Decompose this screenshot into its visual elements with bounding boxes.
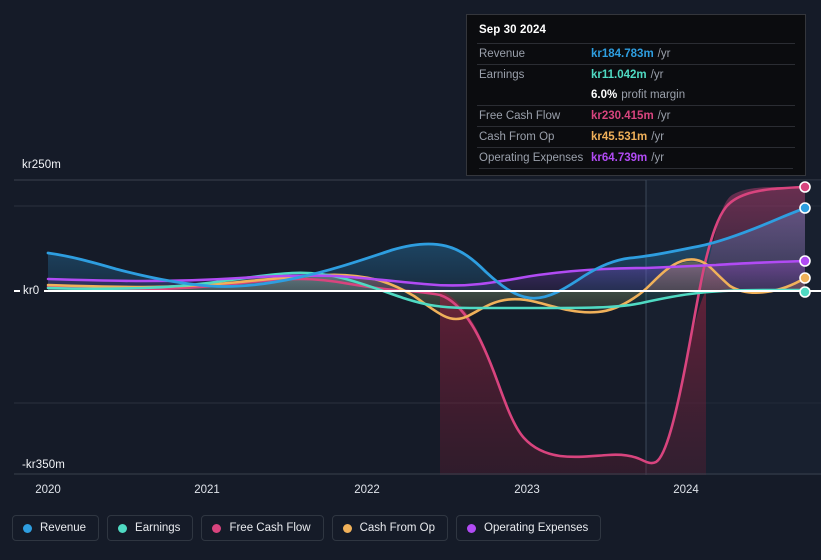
tooltip-value-cash-from-op: kr45.531m (591, 131, 648, 143)
legend-label-cash-from-op: Cash From Op (359, 522, 436, 534)
y-axis-label-zero: kr0 (20, 284, 45, 298)
legend-dot-earnings-icon (118, 523, 128, 533)
financial-area-chart: kr250m kr0 -kr350m 2020 2021 2022 2023 2… (0, 0, 821, 560)
x-axis-tick-2020: 2020 (35, 484, 61, 496)
legend-item-earnings[interactable]: Earnings (107, 515, 194, 541)
tooltip-label-earnings: Earnings (479, 69, 525, 81)
tooltip-label-free-cash-flow: Free Cash Flow (479, 110, 561, 122)
tooltip-row-earnings: Earnings kr11.042m /yr (477, 64, 795, 85)
y-axis-label-top: kr250m (22, 159, 65, 171)
endpoint-cash-from-op (799, 272, 811, 284)
x-axis-tick-2021: 2021 (194, 484, 220, 496)
x-axis-tick-2022: 2022 (354, 484, 380, 496)
tooltip-value-operating-expenses: kr64.739m (591, 152, 648, 164)
legend-item-revenue[interactable]: Revenue (12, 515, 100, 541)
tooltip-unit-cash-from-op: /yr (651, 131, 665, 143)
tooltip-value-earnings: kr11.042m (591, 69, 647, 81)
tooltip-date: Sep 30 2024 (479, 24, 546, 36)
chart-tooltip: Sep 30 2024 Revenue kr184.783m /yr Earni… (466, 14, 806, 176)
tooltip-row-cash-from-op: Cash From Op kr45.531m /yr (477, 126, 795, 147)
tooltip-value-profit-margin: 6.0% (591, 89, 618, 101)
legend-item-cash-from-op[interactable]: Cash From Op (331, 515, 449, 541)
endpoint-free-cash-flow (799, 181, 811, 193)
legend-label-free-cash-flow: Free Cash Flow (229, 522, 311, 534)
tooltip-row-operating-expenses: Operating Expenses kr64.739m /yr (477, 147, 795, 168)
endpoint-earnings (799, 286, 811, 298)
tooltip-unit-operating-expenses: /yr (651, 152, 665, 164)
tooltip-unit-earnings: /yr (650, 69, 664, 81)
plot-area (0, 175, 821, 475)
x-axis-tick-2024: 2024 (673, 484, 699, 496)
legend-dot-operating-expenses-icon (467, 523, 477, 533)
tooltip-value-revenue: kr184.783m (591, 48, 654, 60)
chart-legend: Revenue Earnings Free Cash Flow Cash Fro… (12, 515, 602, 541)
tooltip-row-free-cash-flow: Free Cash Flow kr230.415m /yr (477, 105, 795, 126)
tooltip-value-free-cash-flow: kr230.415m (591, 110, 654, 122)
legend-dot-free-cash-flow-icon (212, 523, 222, 533)
tooltip-row-profit-margin: 6.0% profit margin (477, 85, 795, 105)
endpoint-operating-expenses (799, 255, 811, 267)
legend-label-revenue: Revenue (40, 522, 87, 534)
tooltip-unit-free-cash-flow: /yr (657, 110, 671, 122)
tooltip-bottom-rule (479, 168, 793, 169)
endpoint-revenue (799, 202, 811, 214)
legend-item-operating-expenses[interactable]: Operating Expenses (456, 515, 602, 541)
tooltip-label-cash-from-op: Cash From Op (479, 131, 555, 143)
legend-dot-revenue-icon (23, 523, 32, 533)
legend-item-free-cash-flow[interactable]: Free Cash Flow (201, 515, 324, 541)
legend-label-operating-expenses: Operating Expenses (484, 522, 589, 534)
tooltip-label-profit-margin: profit margin (621, 89, 686, 101)
tooltip-label-operating-expenses: Operating Expenses (479, 152, 584, 164)
legend-label-earnings: Earnings (135, 522, 181, 534)
tooltip-unit-revenue: /yr (657, 48, 671, 60)
tooltip-label-revenue: Revenue (479, 48, 526, 60)
tooltip-row-revenue: Revenue kr184.783m /yr (477, 43, 795, 64)
y-axis-label-bottom: -kr350m (22, 459, 69, 471)
x-axis-tick-2023: 2023 (514, 484, 540, 496)
legend-dot-cash-from-op-icon (342, 523, 352, 533)
